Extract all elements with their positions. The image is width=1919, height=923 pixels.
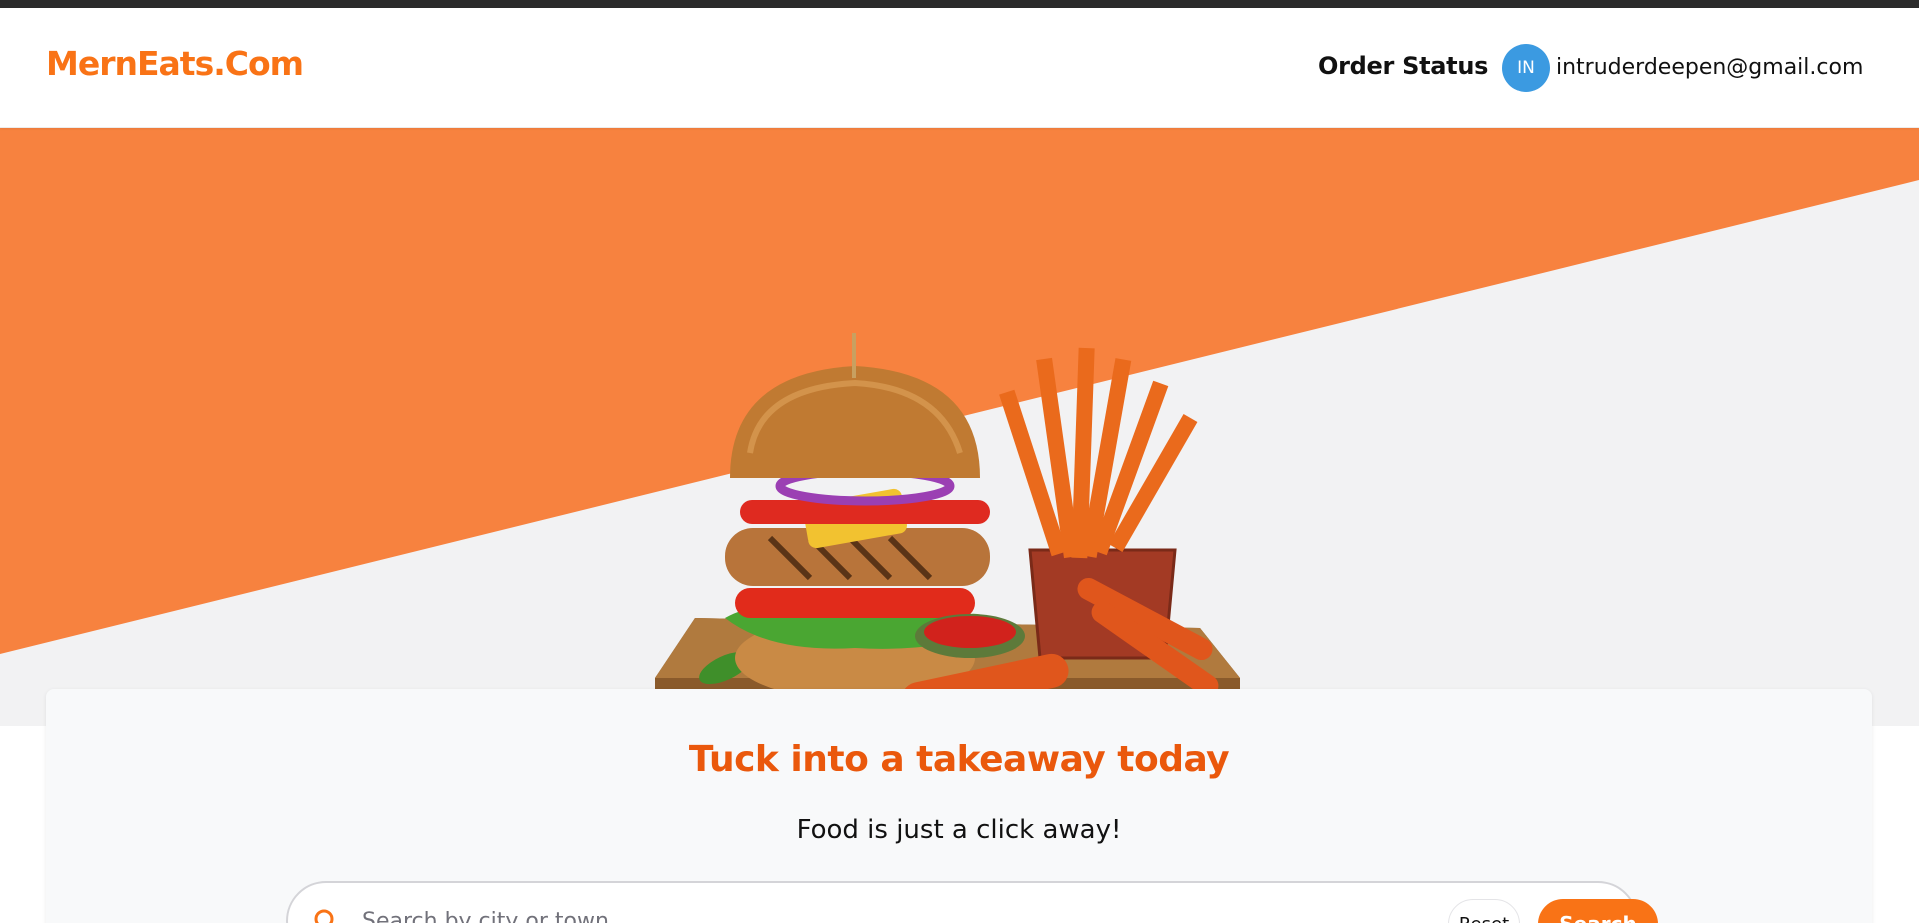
hero-banner bbox=[0, 128, 1919, 726]
search-input[interactable] bbox=[362, 905, 1062, 923]
browser-top-bar bbox=[0, 0, 1919, 8]
page-headline: Tuck into a takeaway today bbox=[688, 739, 1230, 780]
user-avatar[interactable]: IN bbox=[1502, 44, 1550, 92]
order-status-link[interactable]: Order Status bbox=[1318, 52, 1488, 80]
page-tagline: Food is just a click away! bbox=[796, 815, 1122, 845]
site-header: MernEats.Com Order Status IN intruderdee… bbox=[0, 8, 1919, 128]
burger-and-fries-image bbox=[655, 333, 1240, 726]
reset-button[interactable]: Reset bbox=[1448, 899, 1520, 923]
search-bar: Reset Search bbox=[286, 881, 1658, 923]
avatar-initials: IN bbox=[1517, 58, 1535, 78]
search-button[interactable]: Search bbox=[1538, 899, 1658, 923]
site-logo[interactable]: MernEats.Com bbox=[46, 44, 304, 83]
user-email[interactable]: intruderdeepen@gmail.com bbox=[1556, 55, 1863, 80]
search-card: Tuck into a takeaway today Food is just … bbox=[46, 689, 1872, 923]
search-icon bbox=[314, 909, 334, 923]
